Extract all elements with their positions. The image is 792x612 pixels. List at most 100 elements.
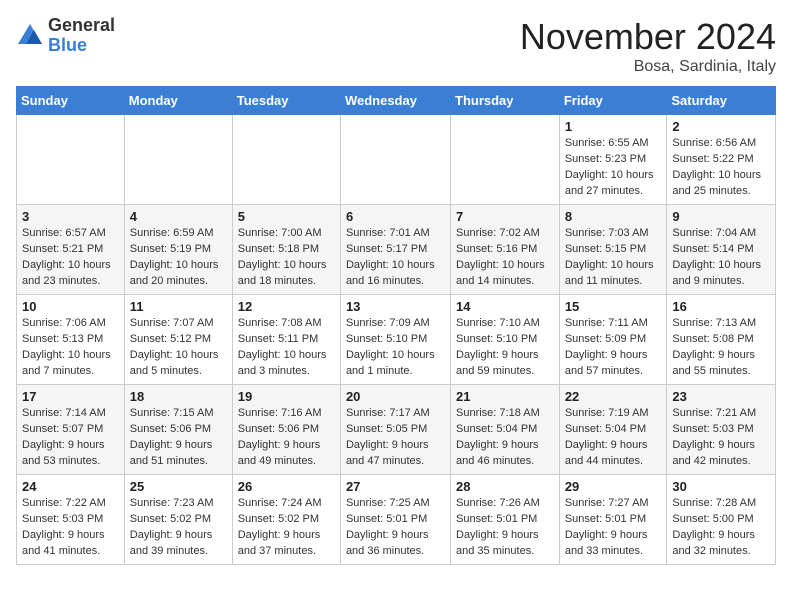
day-number: 22 <box>565 389 662 404</box>
day-number: 5 <box>238 209 335 224</box>
calendar-cell: 23 Sunrise: 7:21 AM Sunset: 5:03 PM Dayli… <box>667 385 776 475</box>
day-info: Sunrise: 7:04 AM Sunset: 5:14 PM Dayligh… <box>672 226 770 290</box>
day-info: Sunrise: 7:16 AM Sunset: 5:06 PM Dayligh… <box>238 406 335 470</box>
day-number: 26 <box>238 479 335 494</box>
calendar-cell: 9 Sunrise: 7:04 AM Sunset: 5:14 PM Daylig… <box>667 205 776 295</box>
day-number: 10 <box>22 299 119 314</box>
day-number: 9 <box>672 209 770 224</box>
day-info: Sunrise: 7:13 AM Sunset: 5:08 PM Dayligh… <box>672 316 770 380</box>
day-info: Sunrise: 7:09 AM Sunset: 5:10 PM Dayligh… <box>346 316 445 380</box>
calendar-cell: 2 Sunrise: 6:56 AM Sunset: 5:22 PM Daylig… <box>667 115 776 205</box>
day-number: 14 <box>456 299 554 314</box>
day-info: Sunrise: 7:18 AM Sunset: 5:04 PM Dayligh… <box>456 406 554 470</box>
day-info: Sunrise: 7:27 AM Sunset: 5:01 PM Dayligh… <box>565 496 662 560</box>
day-info: Sunrise: 7:00 AM Sunset: 5:18 PM Dayligh… <box>238 226 335 290</box>
logo: General Blue <box>16 16 115 56</box>
day-info: Sunrise: 6:56 AM Sunset: 5:22 PM Dayligh… <box>672 136 770 200</box>
day-number: 1 <box>565 119 662 134</box>
title-block: November 2024 Bosa, Sardinia, Italy <box>520 16 776 76</box>
location: Bosa, Sardinia, Italy <box>520 58 776 76</box>
day-number: 18 <box>130 389 227 404</box>
calendar-cell: 25 Sunrise: 7:23 AM Sunset: 5:02 PM Dayli… <box>124 475 232 565</box>
col-friday: Friday <box>559 87 667 115</box>
calendar-cell: 18Sunrise: 7:15 AM Sunset: 5:06 PM Dayli… <box>124 385 232 475</box>
col-monday: Monday <box>124 87 232 115</box>
logo-general: General <box>48 16 115 36</box>
calendar-cell: 26 Sunrise: 7:24 AM Sunset: 5:02 PM Dayli… <box>232 475 340 565</box>
day-number: 11 <box>130 299 227 314</box>
day-number: 30 <box>672 479 770 494</box>
day-info: Sunrise: 7:25 AM Sunset: 5:01 PM Dayligh… <box>346 496 445 560</box>
day-number: 6 <box>346 209 445 224</box>
calendar-cell: 24 Sunrise: 7:22 AM Sunset: 5:03 PM Dayli… <box>17 475 125 565</box>
day-info: Sunrise: 7:21 AM Sunset: 5:03 PM Dayligh… <box>672 406 770 470</box>
calendar-cell: 27 Sunrise: 7:25 AM Sunset: 5:01 PM Dayli… <box>340 475 450 565</box>
calendar-cell: 14 Sunrise: 7:10 AM Sunset: 5:10 PM Dayli… <box>451 295 560 385</box>
logo-icon <box>16 22 44 50</box>
day-info: Sunrise: 6:59 AM Sunset: 5:19 PM Dayligh… <box>130 226 227 290</box>
col-wednesday: Wednesday <box>340 87 450 115</box>
calendar-cell: 19 Sunrise: 7:16 AM Sunset: 5:06 PM Dayli… <box>232 385 340 475</box>
day-number: 19 <box>238 389 335 404</box>
calendar-cell <box>17 115 125 205</box>
logo-text: General Blue <box>48 16 115 56</box>
calendar-cell <box>124 115 232 205</box>
col-saturday: Saturday <box>667 87 776 115</box>
month-title: November 2024 <box>520 16 776 58</box>
calendar-body: 1Sunrise: 6:55 AM Sunset: 5:23 PM Daylig… <box>17 115 776 565</box>
day-number: 27 <box>346 479 445 494</box>
calendar-header: Sunday Monday Tuesday Wednesday Thursday… <box>17 87 776 115</box>
day-info: Sunrise: 7:10 AM Sunset: 5:10 PM Dayligh… <box>456 316 554 380</box>
calendar-cell: 15Sunrise: 7:11 AM Sunset: 5:09 PM Dayli… <box>559 295 667 385</box>
calendar-cell: 13Sunrise: 7:09 AM Sunset: 5:10 PM Dayli… <box>340 295 450 385</box>
day-info: Sunrise: 7:07 AM Sunset: 5:12 PM Dayligh… <box>130 316 227 380</box>
col-thursday: Thursday <box>451 87 560 115</box>
day-info: Sunrise: 7:24 AM Sunset: 5:02 PM Dayligh… <box>238 496 335 560</box>
day-info: Sunrise: 7:22 AM Sunset: 5:03 PM Dayligh… <box>22 496 119 560</box>
calendar-cell <box>451 115 560 205</box>
day-number: 29 <box>565 479 662 494</box>
logo-blue: Blue <box>48 36 115 56</box>
day-number: 4 <box>130 209 227 224</box>
calendar-cell: 17 Sunrise: 7:14 AM Sunset: 5:07 PM Dayli… <box>17 385 125 475</box>
calendar-cell: 5 Sunrise: 7:00 AM Sunset: 5:18 PM Daylig… <box>232 205 340 295</box>
day-info: Sunrise: 7:08 AM Sunset: 5:11 PM Dayligh… <box>238 316 335 380</box>
calendar-week-5: 24 Sunrise: 7:22 AM Sunset: 5:03 PM Dayli… <box>17 475 776 565</box>
day-info: Sunrise: 7:06 AM Sunset: 5:13 PM Dayligh… <box>22 316 119 380</box>
day-info: Sunrise: 7:23 AM Sunset: 5:02 PM Dayligh… <box>130 496 227 560</box>
day-info: Sunrise: 7:28 AM Sunset: 5:00 PM Dayligh… <box>672 496 770 560</box>
day-info: Sunrise: 7:26 AM Sunset: 5:01 PM Dayligh… <box>456 496 554 560</box>
day-info: Sunrise: 7:14 AM Sunset: 5:07 PM Dayligh… <box>22 406 119 470</box>
calendar-week-1: 1Sunrise: 6:55 AM Sunset: 5:23 PM Daylig… <box>17 115 776 205</box>
calendar-cell: 30 Sunrise: 7:28 AM Sunset: 5:00 PM Dayli… <box>667 475 776 565</box>
col-sunday: Sunday <box>17 87 125 115</box>
day-number: 17 <box>22 389 119 404</box>
calendar-cell: 7Sunrise: 7:02 AM Sunset: 5:16 PM Daylig… <box>451 205 560 295</box>
calendar-cell: 20 Sunrise: 7:17 AM Sunset: 5:05 PM Dayli… <box>340 385 450 475</box>
calendar-cell: 22Sunrise: 7:19 AM Sunset: 5:04 PM Dayli… <box>559 385 667 475</box>
calendar-cell: 11 Sunrise: 7:07 AM Sunset: 5:12 PM Dayli… <box>124 295 232 385</box>
calendar-cell: 10 Sunrise: 7:06 AM Sunset: 5:13 PM Dayli… <box>17 295 125 385</box>
day-info: Sunrise: 7:11 AM Sunset: 5:09 PM Dayligh… <box>565 316 662 380</box>
day-number: 12 <box>238 299 335 314</box>
calendar-cell: 6Sunrise: 7:01 AM Sunset: 5:17 PM Daylig… <box>340 205 450 295</box>
day-number: 23 <box>672 389 770 404</box>
day-info: Sunrise: 6:57 AM Sunset: 5:21 PM Dayligh… <box>22 226 119 290</box>
calendar-cell: 3 Sunrise: 6:57 AM Sunset: 5:21 PM Daylig… <box>17 205 125 295</box>
day-info: Sunrise: 7:03 AM Sunset: 5:15 PM Dayligh… <box>565 226 662 290</box>
day-number: 25 <box>130 479 227 494</box>
header-row: Sunday Monday Tuesday Wednesday Thursday… <box>17 87 776 115</box>
calendar-cell: 8Sunrise: 7:03 AM Sunset: 5:15 PM Daylig… <box>559 205 667 295</box>
day-number: 24 <box>22 479 119 494</box>
calendar-cell: 4 Sunrise: 6:59 AM Sunset: 5:19 PM Daylig… <box>124 205 232 295</box>
day-number: 3 <box>22 209 119 224</box>
calendar-cell <box>340 115 450 205</box>
day-number: 2 <box>672 119 770 134</box>
day-number: 28 <box>456 479 554 494</box>
day-info: Sunrise: 7:17 AM Sunset: 5:05 PM Dayligh… <box>346 406 445 470</box>
day-number: 20 <box>346 389 445 404</box>
day-number: 16 <box>672 299 770 314</box>
calendar-week-4: 17 Sunrise: 7:14 AM Sunset: 5:07 PM Dayli… <box>17 385 776 475</box>
calendar-cell: 28 Sunrise: 7:26 AM Sunset: 5:01 PM Dayli… <box>451 475 560 565</box>
calendar-cell: 29 Sunrise: 7:27 AM Sunset: 5:01 PM Dayli… <box>559 475 667 565</box>
